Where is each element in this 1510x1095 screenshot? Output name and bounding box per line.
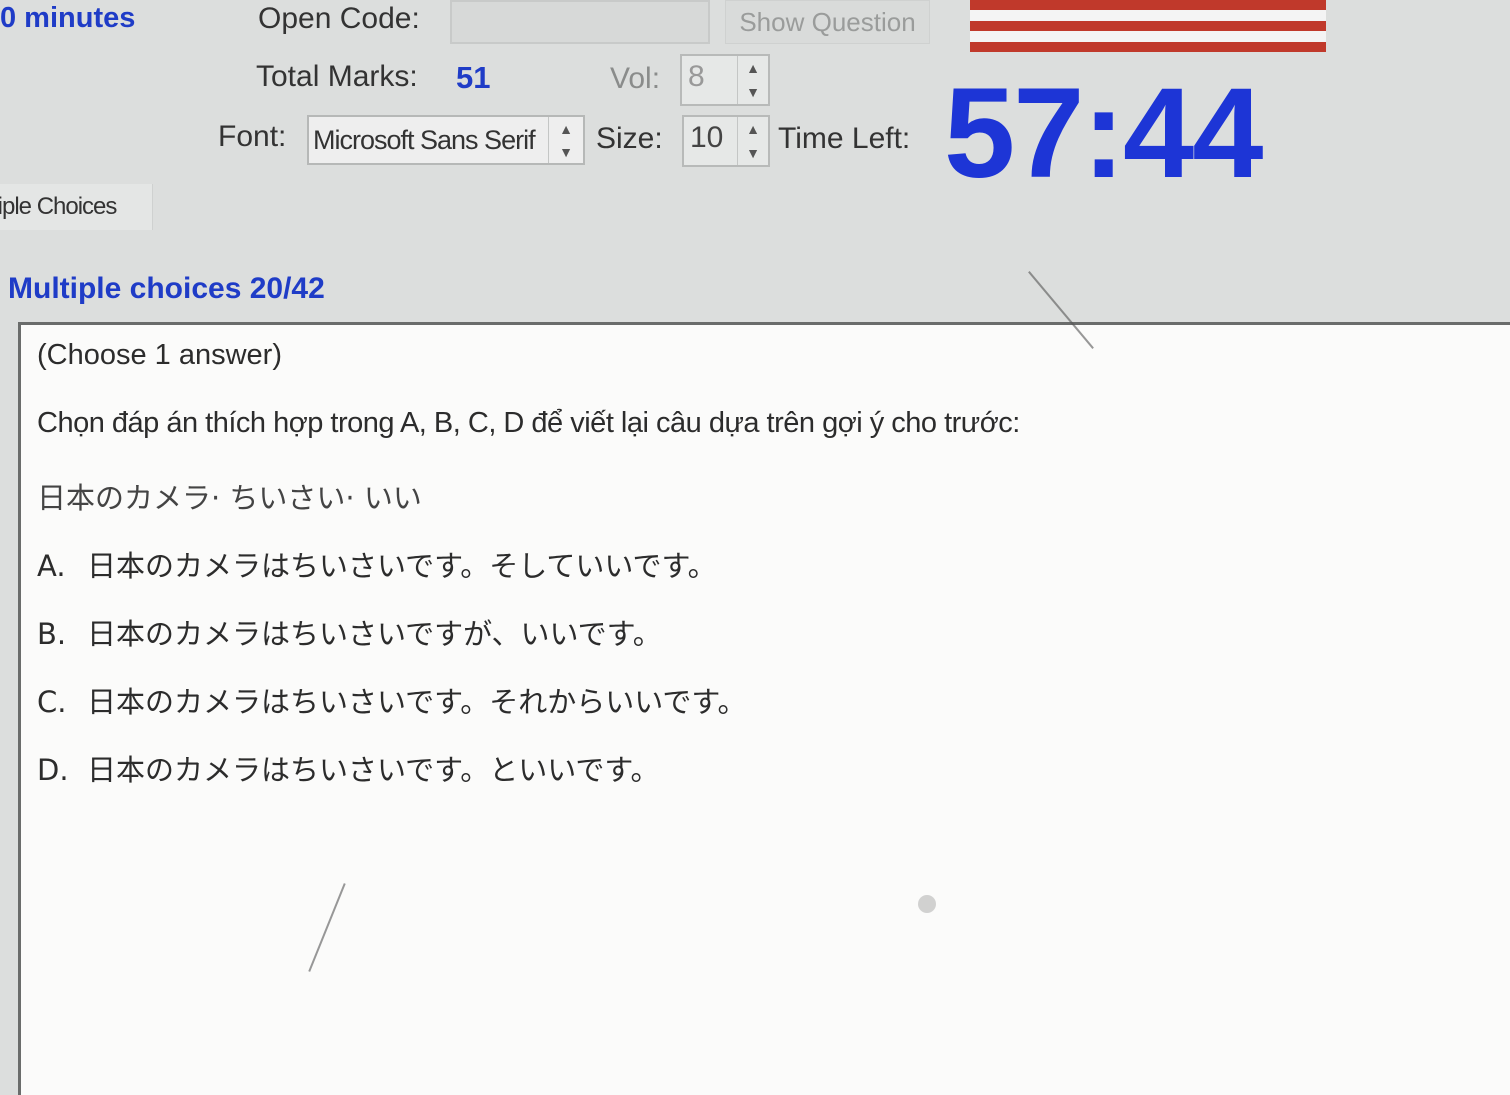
- font-down-icon[interactable]: ▼: [549, 140, 583, 163]
- size-label: Size:: [596, 122, 663, 155]
- time-left-label: Time Left:: [778, 122, 911, 155]
- option-letter: D.: [37, 753, 69, 787]
- duration-label: 0 minutes: [0, 2, 136, 34]
- option-text: 日本のカメラはちいさいです。そしていいです。: [87, 549, 717, 583]
- option-letter: B.: [37, 617, 67, 651]
- option-d[interactable]: D. 日本のカメラはちいさいです。といいです。: [37, 747, 659, 789]
- vol-label: Vol:: [610, 62, 661, 95]
- option-text: 日本のカメラはちいさいです。それからいいです。: [87, 685, 747, 719]
- flag-stripe: [970, 0, 1326, 11]
- vol-up-icon[interactable]: ▲: [738, 56, 768, 80]
- size-up-icon[interactable]: ▲: [738, 117, 768, 141]
- question-cue: 日本のカメラ· ちいさい· いい: [37, 481, 422, 515]
- total-marks-value: 51: [456, 60, 491, 95]
- font-selector[interactable]: Microsoft Sans Serif ▲ ▼: [307, 115, 585, 165]
- font-label: Font:: [218, 120, 287, 153]
- total-marks-label: Total Marks:: [256, 60, 418, 93]
- font-value: Microsoft Sans Serif: [313, 125, 536, 155]
- time-left-value: 57:44: [944, 62, 1263, 205]
- vol-value: 8: [688, 60, 705, 93]
- vol-down-icon[interactable]: ▼: [738, 80, 768, 104]
- size-stepper[interactable]: 10 ▲ ▼: [682, 115, 770, 167]
- option-text: 日本のカメラはちいさいです。といいです。: [87, 753, 660, 787]
- option-c[interactable]: C. 日本のカメラはちいさいです。それからいいです。: [37, 679, 746, 721]
- question-instruction: (Choose 1 answer): [37, 339, 282, 371]
- show-question-button[interactable]: Show Question: [725, 0, 930, 44]
- tab-label: tiple Choices: [0, 193, 117, 220]
- font-up-icon[interactable]: ▲: [549, 117, 583, 140]
- flag-image: [970, 0, 1326, 53]
- flag-stripe: [970, 41, 1326, 53]
- flag-stripe: [970, 20, 1326, 32]
- option-letter: A.: [37, 549, 66, 583]
- question-prompt: Chọn đáp án thích hợp trong A, B, C, D đ…: [37, 407, 1020, 439]
- tab-multiple-choices[interactable]: tiple Choices: [0, 184, 153, 230]
- flag-stripe: [970, 10, 1326, 21]
- option-b[interactable]: B. 日本のカメラはちいさいですが、いいです。: [37, 611, 662, 653]
- question-panel: (Choose 1 answer) Chọn đáp án thích hợp …: [18, 322, 1510, 1095]
- open-code-input[interactable]: [450, 0, 710, 44]
- option-letter: C.: [37, 685, 67, 719]
- flag-stripe: [970, 31, 1326, 42]
- option-text: 日本のカメラはちいさいですが、いいです。: [87, 617, 662, 651]
- screen-smudge: [918, 895, 936, 913]
- size-value: 10: [690, 121, 724, 154]
- option-a[interactable]: A. 日本のカメラはちいさいです。そしていいです。: [37, 543, 717, 585]
- size-down-icon[interactable]: ▼: [738, 141, 768, 165]
- vol-stepper[interactable]: 8 ▲ ▼: [680, 54, 770, 106]
- section-title: Multiple choices 20/42: [8, 272, 325, 305]
- open-code-label: Open Code:: [258, 2, 420, 35]
